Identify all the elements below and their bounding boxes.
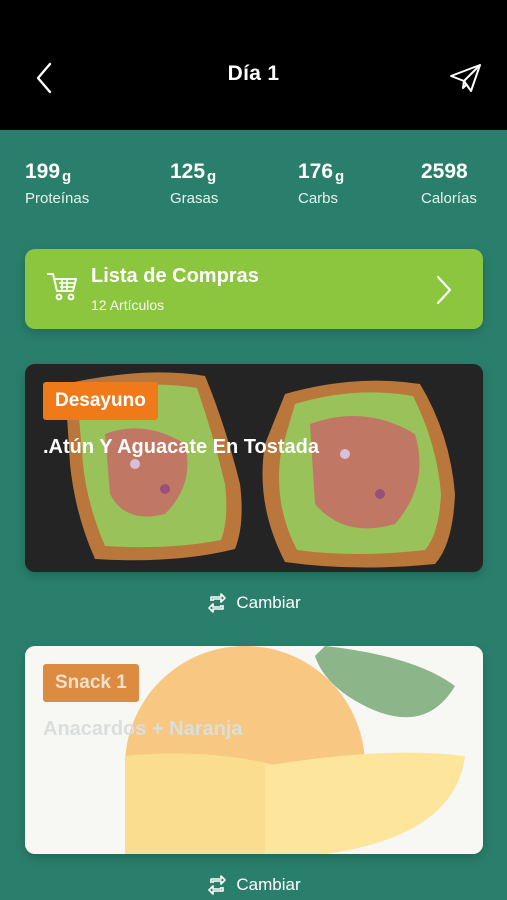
- swap-icon: [208, 875, 227, 895]
- meal-card-breakfast[interactable]: Desayuno .Atún Y Aguacate En Tostada: [25, 364, 483, 572]
- meal-type-badge: Desayuno: [43, 382, 158, 420]
- change-meal-label: Cambiar: [236, 875, 301, 894]
- macro-value: 125: [170, 160, 206, 183]
- shopping-cart-icon: [47, 273, 77, 301]
- macro-label: Calorías: [421, 190, 477, 207]
- macro-calories: 2598 Calorías: [421, 160, 477, 207]
- meal-name: .Atún Y Aguacate En Tostada: [43, 436, 319, 458]
- macro-fat: 125 g Grasas: [170, 160, 218, 207]
- macro-label: Grasas: [170, 190, 219, 207]
- macro-value: 2598: [421, 160, 468, 183]
- macro-unit: g: [207, 168, 217, 185]
- macros-summary: 199 g Proteínas 125 g Grasas 176 g Carbs 25…: [0, 160, 507, 220]
- shopping-list-title: Lista de Compras: [91, 265, 259, 287]
- change-meal-button[interactable]: Cambiar: [0, 874, 507, 896]
- shopping-list-card[interactable]: Lista de Compras 12 Artículos: [25, 249, 483, 329]
- macro-unit: g: [335, 168, 345, 185]
- macro-value: 176: [298, 160, 334, 183]
- page-title: Día 1: [227, 62, 280, 85]
- paper-plane-icon: [450, 64, 481, 92]
- macro-label: Proteínas: [25, 190, 90, 207]
- chevron-right-icon: [436, 275, 452, 305]
- change-meal-button[interactable]: Cambiar: [0, 592, 507, 614]
- macro-protein: 199 g Proteínas: [25, 160, 89, 207]
- share-button[interactable]: [447, 60, 485, 96]
- macro-carbs: 176 g Carbs: [298, 160, 344, 207]
- macro-label: Carbs: [298, 190, 339, 207]
- meal-name: Anacardos + Naranja: [43, 718, 243, 740]
- meal-type-badge: Snack 1: [43, 664, 139, 702]
- macro-value: 199: [25, 160, 61, 183]
- meal-card-snack[interactable]: Snack 1 Anacardos + Naranja: [25, 646, 483, 854]
- shopping-list-count: 12 Artículos: [91, 297, 165, 313]
- swap-icon: [208, 593, 227, 613]
- top-bar: Día 1: [0, 0, 507, 130]
- macro-unit: g: [62, 168, 72, 185]
- change-meal-label: Cambiar: [236, 593, 301, 612]
